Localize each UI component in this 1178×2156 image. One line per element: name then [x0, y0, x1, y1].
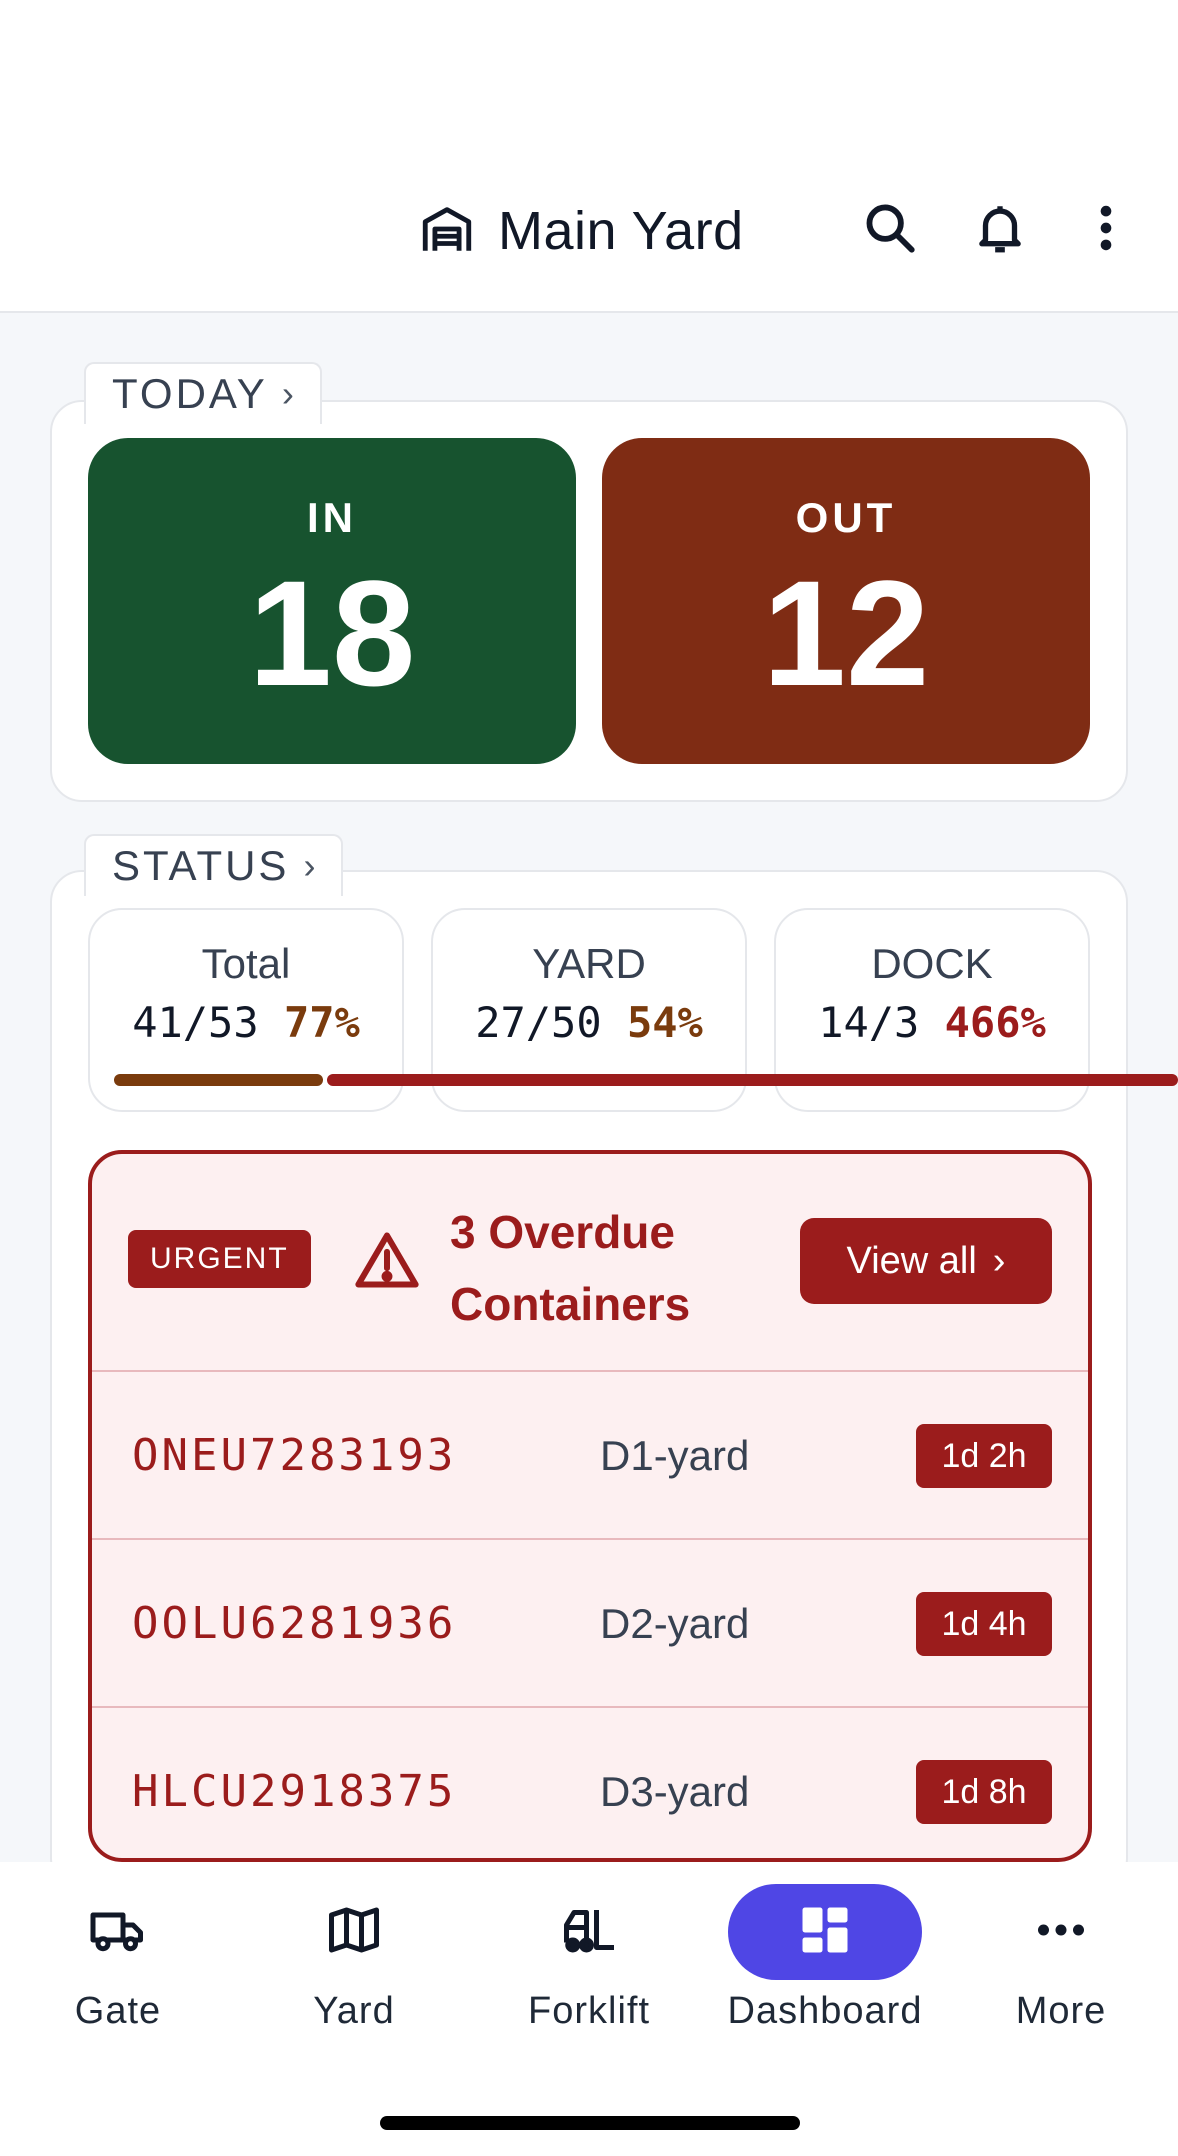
in-value: 18 — [248, 549, 416, 717]
stat-value: 41/53 — [132, 998, 259, 1047]
stat-name: YARD — [532, 940, 646, 987]
nav-dashboard[interactable]: Dashboard — [710, 1884, 940, 2033]
container-location: D3-yard — [600, 1768, 750, 1815]
container-id: HLCU2918375 — [132, 1766, 457, 1817]
stat-percent: 54% — [626, 998, 703, 1047]
more-vertical-icon — [1077, 199, 1135, 262]
container-id: OOLU6281936 — [132, 1598, 457, 1649]
container-location: D1-yard — [600, 1432, 750, 1479]
status-label: STATUS — [112, 842, 290, 889]
urgent-badge: URGENT — [128, 1230, 311, 1288]
today-label: TODAY — [112, 370, 268, 417]
nav-more[interactable]: More — [946, 1884, 1176, 2033]
overdue-row[interactable]: HLCU2918375 D3-yard 1d 8h — [92, 1708, 1088, 1858]
in-label: IN — [307, 494, 357, 541]
container-location: D2-yard — [600, 1600, 750, 1647]
yard-selector[interactable]: Main Yard — [418, 196, 744, 266]
chevron-right-icon: › — [303, 845, 316, 886]
stat-name: DOCK — [871, 940, 993, 987]
nav-gate[interactable]: Gate — [3, 1884, 233, 2033]
notifications-button[interactable] — [968, 198, 1032, 262]
page-title: Main Yard — [498, 201, 744, 261]
out-label: OUT — [795, 494, 897, 541]
warehouse-icon — [418, 200, 476, 263]
bottom-navigation: Gate Yard Forklift Dashboard More — [0, 1862, 1178, 2156]
bell-icon — [971, 199, 1029, 262]
stat-value: 14/3 — [818, 998, 920, 1047]
overflow-menu-button[interactable] — [1074, 198, 1138, 262]
overdue-age-badge: 1d 2h — [916, 1424, 1052, 1488]
overdue-alert-panel: URGENT 3 Overdue Containers View all › O… — [88, 1150, 1092, 1862]
overdue-row[interactable]: ONEU7283193 D1-yard 1d 2h — [92, 1372, 1088, 1540]
overdue-title: 3 Overdue Containers — [450, 1206, 691, 1330]
warning-icon — [354, 1230, 420, 1290]
container-id: ONEU7283193 — [132, 1430, 457, 1481]
nav-label: Gate — [74, 1990, 162, 2032]
search-button[interactable] — [858, 198, 922, 262]
stat-name: Total — [201, 940, 291, 987]
dashboard-icon — [795, 1900, 855, 1965]
view-all-label: View all — [846, 1239, 977, 1282]
chevron-right-icon: › — [992, 1239, 1006, 1282]
nav-label: Yard — [313, 1990, 395, 2032]
chevron-right-icon: › — [281, 373, 294, 414]
home-indicator — [380, 2116, 800, 2130]
stat-percent: 466% — [944, 998, 1046, 1047]
nav-forklift[interactable]: Forklift — [474, 1884, 704, 2033]
status-section-header[interactable]: STATUS › — [84, 834, 344, 896]
forklift-icon — [559, 1900, 619, 1965]
more-icon — [1031, 1900, 1091, 1965]
top-app-bar: Main Yard — [0, 0, 1178, 313]
nav-yard[interactable]: Yard — [239, 1884, 469, 2033]
total-progress-bar — [114, 1074, 323, 1086]
overdue-age-badge: 1d 4h — [916, 1592, 1052, 1656]
dock-progress-bar — [327, 1074, 1178, 1086]
overdue-alert-header: URGENT 3 Overdue Containers View all › — [92, 1154, 1088, 1372]
overdue-row[interactable]: OOLU6281936 D2-yard 1d 4h — [92, 1540, 1088, 1708]
out-count-tile[interactable]: OUT 12 — [602, 438, 1090, 764]
stat-value: 27/50 — [475, 998, 602, 1047]
nav-label: More — [1015, 1990, 1107, 2032]
search-icon — [861, 199, 919, 262]
truck-icon — [88, 1900, 148, 1965]
stat-percent: 77% — [283, 998, 360, 1047]
today-section-header[interactable]: TODAY › — [84, 362, 322, 424]
map-icon — [324, 1900, 384, 1965]
out-value: 12 — [762, 549, 930, 717]
in-count-tile[interactable]: IN 18 — [88, 438, 576, 764]
nav-label: Dashboard — [727, 1990, 923, 2032]
nav-label: Forklift — [528, 1990, 650, 2032]
overdue-age-badge: 1d 8h — [916, 1760, 1052, 1824]
view-all-button[interactable]: View all › — [800, 1218, 1052, 1304]
